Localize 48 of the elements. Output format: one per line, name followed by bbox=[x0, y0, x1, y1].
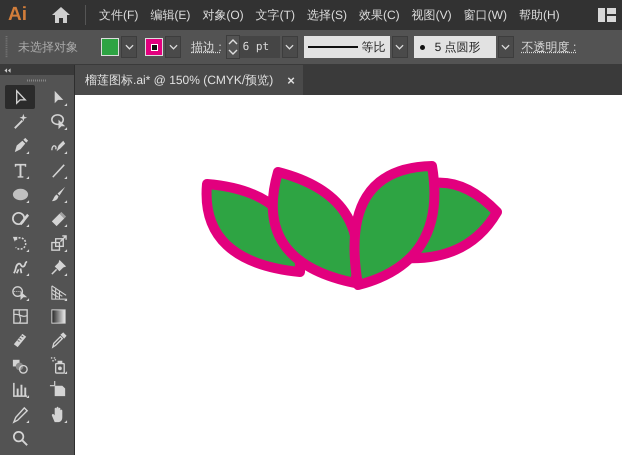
dropdown-button[interactable] bbox=[121, 36, 137, 58]
opacity-label[interactable]: 不透明度 : bbox=[522, 38, 576, 56]
home-icon[interactable] bbox=[51, 6, 71, 24]
menu-item[interactable]: 帮助(H) bbox=[518, 6, 560, 24]
perspective-grid-icon bbox=[48, 282, 68, 302]
chevron-down-icon bbox=[285, 44, 294, 50]
chevron-down-icon bbox=[124, 44, 134, 50]
spray-icon bbox=[48, 356, 68, 375]
selection-status: 未选择对象 bbox=[18, 38, 79, 56]
menu-item[interactable]: 效果(C) bbox=[358, 6, 400, 24]
pencil-circle-icon bbox=[10, 209, 30, 228]
bar-graph-icon bbox=[10, 380, 30, 400]
stroke-label[interactable]: 描边 : bbox=[191, 38, 222, 56]
dropdown-button[interactable] bbox=[165, 36, 181, 58]
tool-button[interactable] bbox=[5, 85, 35, 109]
search-icon bbox=[10, 428, 30, 448]
scale-icon bbox=[48, 234, 68, 253]
workspace-layout-icon[interactable] bbox=[598, 8, 616, 22]
pin-icon bbox=[48, 258, 68, 278]
menu-item[interactable]: 文字(T) bbox=[256, 6, 295, 24]
app-logo[interactable]: Ai bbox=[8, 4, 34, 26]
close-button[interactable]: × bbox=[287, 72, 295, 88]
menu-item[interactable]: 文件(F) bbox=[99, 6, 138, 24]
stroke-line-icon bbox=[308, 45, 358, 49]
stroke-weight-field[interactable]: 6 pt bbox=[240, 36, 280, 58]
menu-item[interactable]: 选择(S) bbox=[306, 6, 347, 24]
menu-item[interactable]: 窗口(W) bbox=[464, 6, 507, 24]
stroke-swatch[interactable] bbox=[145, 38, 163, 56]
brush-select[interactable]: 5 点圆形 bbox=[414, 36, 496, 58]
chevron-down-icon bbox=[395, 44, 404, 50]
dot-icon bbox=[420, 44, 425, 50]
document-tab[interactable]: 榴莲图标.ai* @ 150% (CMYK/预览) × bbox=[75, 65, 303, 95]
gradient-icon bbox=[48, 307, 68, 326]
lasso-icon bbox=[48, 112, 68, 131]
stroke-profile-select[interactable]: 等比 bbox=[304, 36, 390, 58]
menu-item[interactable]: 对象(O) bbox=[202, 6, 244, 24]
spinner-arrows-icon[interactable] bbox=[226, 35, 240, 59]
menu-item[interactable]: 视图(V) bbox=[412, 6, 452, 24]
dropdown-button[interactable] bbox=[282, 36, 298, 58]
dropdown-button[interactable] bbox=[498, 36, 514, 58]
grip-icon[interactable] bbox=[27, 78, 47, 82]
chevron-down-icon bbox=[168, 44, 178, 50]
dropdown-button[interactable] bbox=[392, 36, 408, 58]
fill-swatch[interactable] bbox=[101, 38, 119, 56]
chevron-down-icon bbox=[501, 44, 510, 50]
mesh-icon bbox=[10, 307, 30, 326]
collapse-arrows-icon[interactable] bbox=[4, 68, 11, 72]
menu-item[interactable]: 编辑(E) bbox=[150, 6, 190, 24]
